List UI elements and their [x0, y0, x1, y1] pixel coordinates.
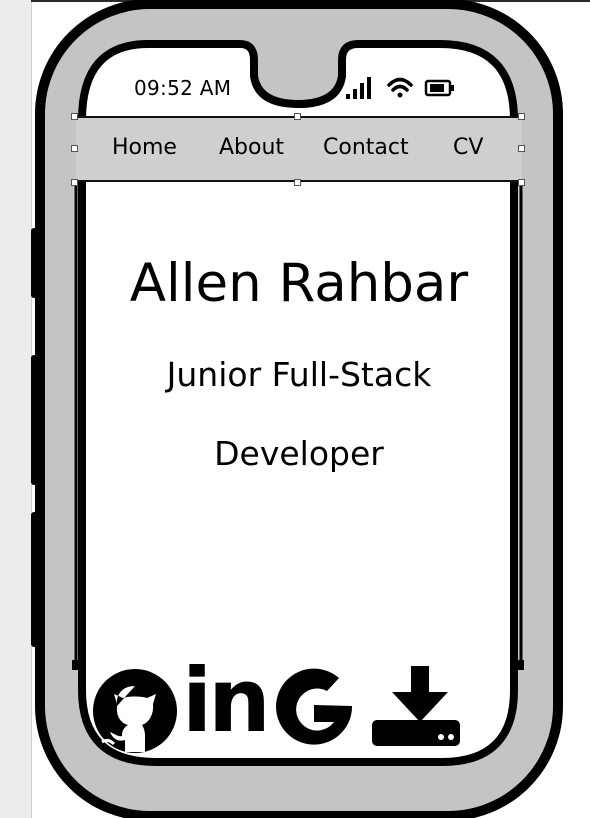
hero-name: Allen Rahbar — [129, 253, 469, 314]
selection-handle-mid-left[interactable] — [71, 145, 78, 152]
nav-item-home[interactable]: Home — [112, 135, 177, 160]
nav-item-contact[interactable]: Contact — [323, 135, 409, 160]
selection-handle-bottom-left[interactable] — [71, 179, 78, 186]
nav-item-about[interactable]: About — [219, 135, 284, 160]
selection-handle-top-center[interactable] — [294, 113, 301, 120]
hero-role-line-2: Developer — [214, 434, 384, 473]
selection-handle-bottom-right[interactable] — [518, 179, 525, 186]
selection-handle-top-right[interactable] — [518, 113, 525, 120]
selection-handle-mid-right[interactable] — [518, 145, 525, 152]
nav-bar: Home About Contact CV — [76, 116, 522, 182]
left-rail-notch — [72, 660, 82, 670]
canvas: 09:52 AM Home About Contact CV Allen Rah… — [0, 0, 590, 818]
nav-item-cv[interactable]: CV — [453, 135, 483, 160]
selection-handle-bottom-center[interactable] — [294, 179, 301, 186]
linkedin-icon[interactable]: in — [182, 657, 271, 745]
status-time: 09:52 AM — [134, 76, 232, 100]
selection-handle-top-left[interactable] — [71, 113, 78, 120]
hero-role-line-1: Junior Full-Stack — [166, 355, 432, 394]
right-rail-notch — [514, 660, 524, 670]
github-icon[interactable] — [93, 669, 177, 753]
